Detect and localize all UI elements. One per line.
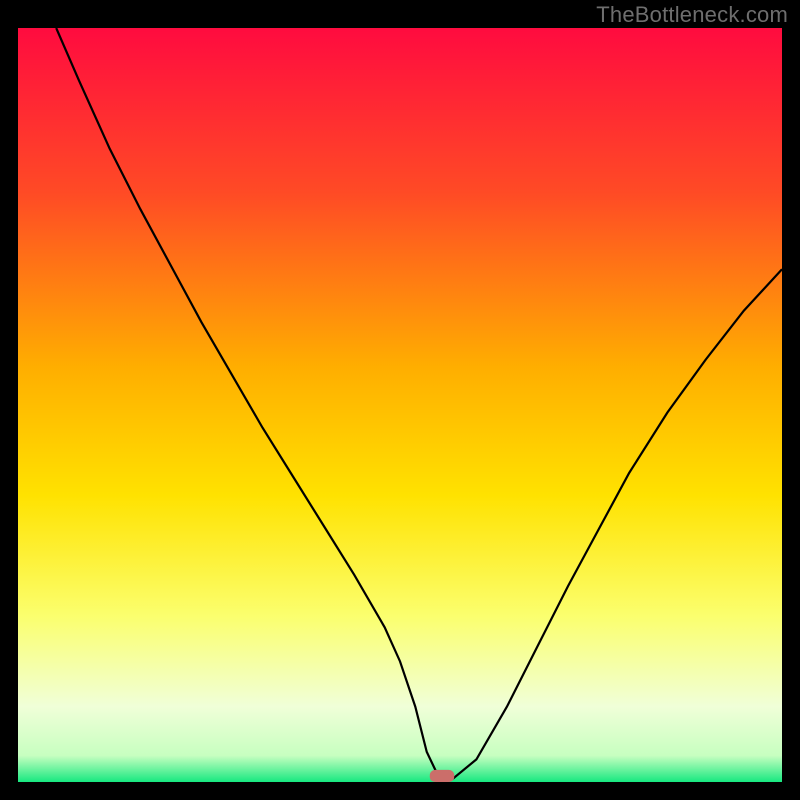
optimum-marker xyxy=(430,770,454,782)
watermark-text: TheBottleneck.com xyxy=(596,2,788,28)
chart-background xyxy=(18,28,782,782)
bottleneck-chart xyxy=(18,28,782,782)
